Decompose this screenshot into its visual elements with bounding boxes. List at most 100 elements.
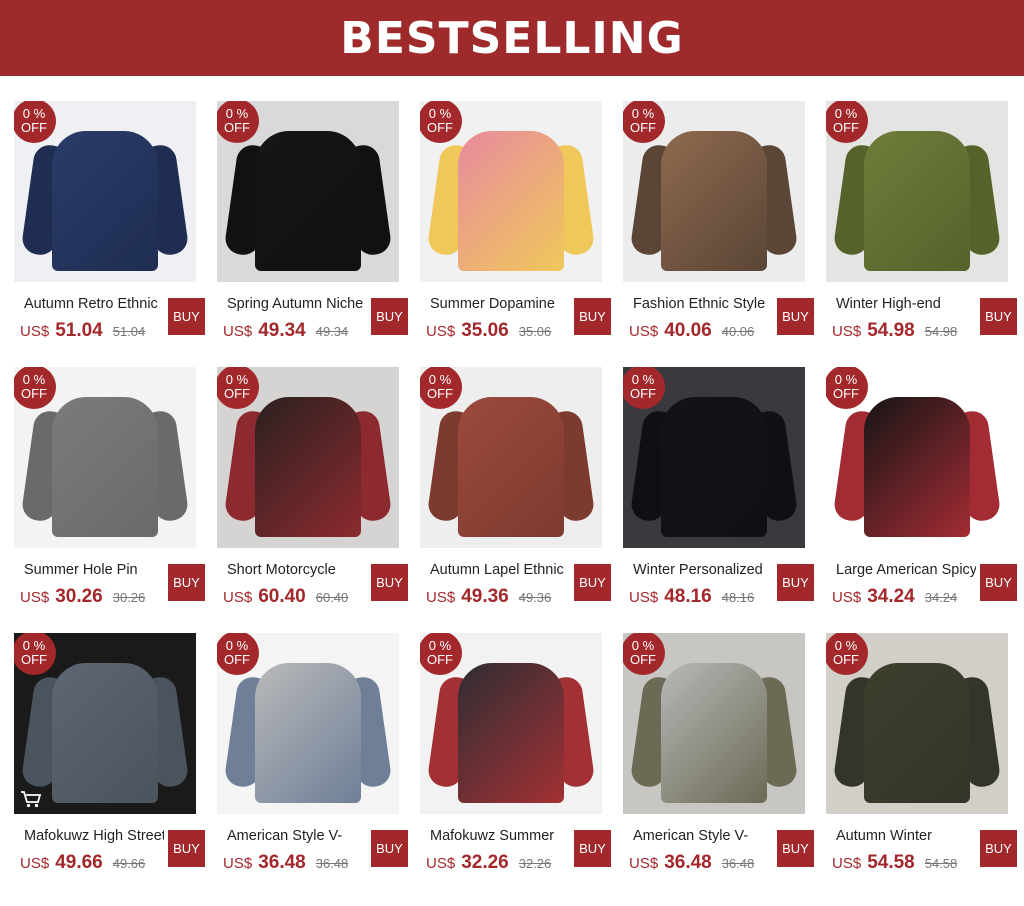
- currency-label: US$: [223, 589, 253, 606]
- buy-button[interactable]: BUY: [574, 298, 611, 335]
- buy-button[interactable]: BUY: [168, 830, 205, 867]
- buy-button[interactable]: BUY: [371, 564, 408, 601]
- product-card[interactable]: 0 % OFF American Style V- US$ 36.48 36.4…: [213, 608, 408, 873]
- product-card[interactable]: 0 % OFF Autumn Lapel Ethnic US$ 49.36 49…: [416, 342, 611, 607]
- buy-button[interactable]: BUY: [168, 298, 205, 335]
- sale-price: 40.06: [664, 320, 712, 341]
- product-card[interactable]: 0 % OFF Summer Hole Pin US$ 30.26 30.26 …: [10, 342, 205, 607]
- discount-value: 0 %: [428, 372, 452, 387]
- original-price: 40.06: [721, 324, 755, 339]
- product-card[interactable]: 0 % OFF American Style V- US$ 36.48 36.4…: [619, 608, 814, 873]
- product-title[interactable]: American Style V-: [227, 828, 367, 844]
- product-card[interactable]: 0 % OFF Winter High-end US$ 54.98 54.98 …: [822, 76, 1017, 341]
- currency-label: US$: [20, 589, 50, 606]
- product-image[interactable]: 0 % OFF: [420, 633, 602, 814]
- buy-button[interactable]: BUY: [777, 564, 814, 601]
- original-price: 49.66: [112, 856, 146, 871]
- product-card[interactable]: 0 % OFF Short Motorcycle US$ 60.40 60.40…: [213, 342, 408, 607]
- discount-value: 0 %: [631, 372, 655, 387]
- product-image[interactable]: 0 % OFF: [14, 101, 196, 282]
- product-image[interactable]: 0 % OFF: [14, 367, 196, 548]
- product-title[interactable]: Winter High-end: [836, 296, 976, 312]
- product-grid: 0 % OFF Autumn Retro Ethnic US$ 51.04 51…: [0, 76, 1024, 906]
- sale-price: 30.26: [55, 586, 103, 607]
- buy-button[interactable]: BUY: [574, 564, 611, 601]
- product-image[interactable]: 0 % OFF: [217, 367, 399, 548]
- sale-price: 51.04: [55, 320, 103, 341]
- cart-icon: [20, 790, 42, 808]
- discount-label: OFF: [833, 120, 859, 135]
- product-image[interactable]: 0 % OFF: [826, 633, 1008, 814]
- discount-value: 0 %: [22, 106, 46, 121]
- currency-label: US$: [20, 323, 50, 340]
- product-title[interactable]: Summer Dopamine: [430, 296, 570, 312]
- product-card[interactable]: 0 % OFF Large American Spicy US$ 34.24 3…: [822, 342, 1017, 607]
- product-title[interactable]: Short Motorcycle: [227, 562, 367, 578]
- discount-label: OFF: [224, 120, 250, 135]
- product-card[interactable]: 0 % OFF Autumn Winter US$ 54.58 54.58 BU…: [822, 608, 1017, 873]
- product-card[interactable]: 0 % OFF Fashion Ethnic Style US$ 40.06 4…: [619, 76, 814, 341]
- currency-label: US$: [426, 855, 456, 872]
- product-title[interactable]: Fashion Ethnic Style: [633, 296, 773, 312]
- price-row: US$ 54.98 54.98: [832, 320, 972, 344]
- buy-button[interactable]: BUY: [980, 298, 1017, 335]
- discount-value: 0 %: [428, 638, 452, 653]
- price-row: US$ 36.48 36.48: [629, 852, 769, 876]
- product-title[interactable]: Autumn Lapel Ethnic: [430, 562, 570, 578]
- product-title[interactable]: American Style V-: [633, 828, 773, 844]
- product-image[interactable]: 0 % OFF: [217, 633, 399, 814]
- sale-price: 36.48: [664, 852, 712, 873]
- buy-button[interactable]: BUY: [777, 830, 814, 867]
- product-image[interactable]: 0 % OFF: [217, 101, 399, 282]
- product-image[interactable]: 0 % OFF: [420, 367, 602, 548]
- discount-label: OFF: [21, 120, 47, 135]
- product-card[interactable]: 0 % OFF Summer Dopamine US$ 35.06 35.06 …: [416, 76, 611, 341]
- product-card[interactable]: 0 % OFF Winter Personalized US$ 48.16 48…: [619, 342, 814, 607]
- product-image[interactable]: 0 % OFF: [623, 367, 805, 548]
- currency-label: US$: [832, 589, 862, 606]
- discount-value: 0 %: [631, 638, 655, 653]
- product-title[interactable]: Large American Spicy: [836, 562, 976, 578]
- buy-button[interactable]: BUY: [777, 298, 814, 335]
- sale-price: 54.98: [867, 320, 915, 341]
- discount-label: OFF: [833, 652, 859, 667]
- product-title[interactable]: Mafokuwz Summer: [430, 828, 570, 844]
- product-title[interactable]: Winter Personalized: [633, 562, 773, 578]
- discount-label: OFF: [21, 386, 47, 401]
- price-row: US$ 34.24 34.24: [832, 586, 972, 610]
- product-card[interactable]: 0 % OFF Spring Autumn Niche US$ 49.34 49…: [213, 76, 408, 341]
- buy-button[interactable]: BUY: [980, 830, 1017, 867]
- currency-label: US$: [629, 855, 659, 872]
- product-title[interactable]: Autumn Retro Ethnic: [24, 296, 164, 312]
- product-image[interactable]: 0 % OFF: [420, 101, 602, 282]
- product-card[interactable]: 0 % OFF Mafokuwz Summer US$ 32.26 32.26 …: [416, 608, 611, 873]
- original-price: 49.36: [518, 590, 552, 605]
- discount-label: OFF: [630, 386, 656, 401]
- original-price: 30.26: [112, 590, 146, 605]
- product-image[interactable]: 0 % OFF: [623, 101, 805, 282]
- product-image[interactable]: 0 % OFF: [14, 633, 196, 814]
- buy-button[interactable]: BUY: [371, 830, 408, 867]
- product-image[interactable]: 0 % OFF: [826, 367, 1008, 548]
- product-title[interactable]: Autumn Winter: [836, 828, 976, 844]
- original-price: 54.58: [924, 856, 958, 871]
- sale-price: 49.36: [461, 586, 509, 607]
- product-card[interactable]: 0 % OFF Autumn Retro Ethnic US$ 51.04 51…: [10, 76, 205, 341]
- price-row: US$ 60.40 60.40: [223, 586, 363, 610]
- product-title[interactable]: Spring Autumn Niche: [227, 296, 367, 312]
- buy-button[interactable]: BUY: [168, 564, 205, 601]
- currency-label: US$: [629, 323, 659, 340]
- buy-button[interactable]: BUY: [371, 298, 408, 335]
- currency-label: US$: [426, 589, 456, 606]
- product-title[interactable]: Mafokuwz High Street: [24, 828, 164, 844]
- discount-label: OFF: [427, 386, 453, 401]
- discount-value: 0 %: [834, 106, 858, 121]
- product-title[interactable]: Summer Hole Pin: [24, 562, 164, 578]
- currency-label: US$: [832, 323, 862, 340]
- product-image[interactable]: 0 % OFF: [826, 101, 1008, 282]
- product-image[interactable]: 0 % OFF: [623, 633, 805, 814]
- product-card[interactable]: 0 % OFF Mafokuwz High Street US$ 49.66 4…: [10, 608, 205, 873]
- discount-label: OFF: [630, 652, 656, 667]
- buy-button[interactable]: BUY: [574, 830, 611, 867]
- buy-button[interactable]: BUY: [980, 564, 1017, 601]
